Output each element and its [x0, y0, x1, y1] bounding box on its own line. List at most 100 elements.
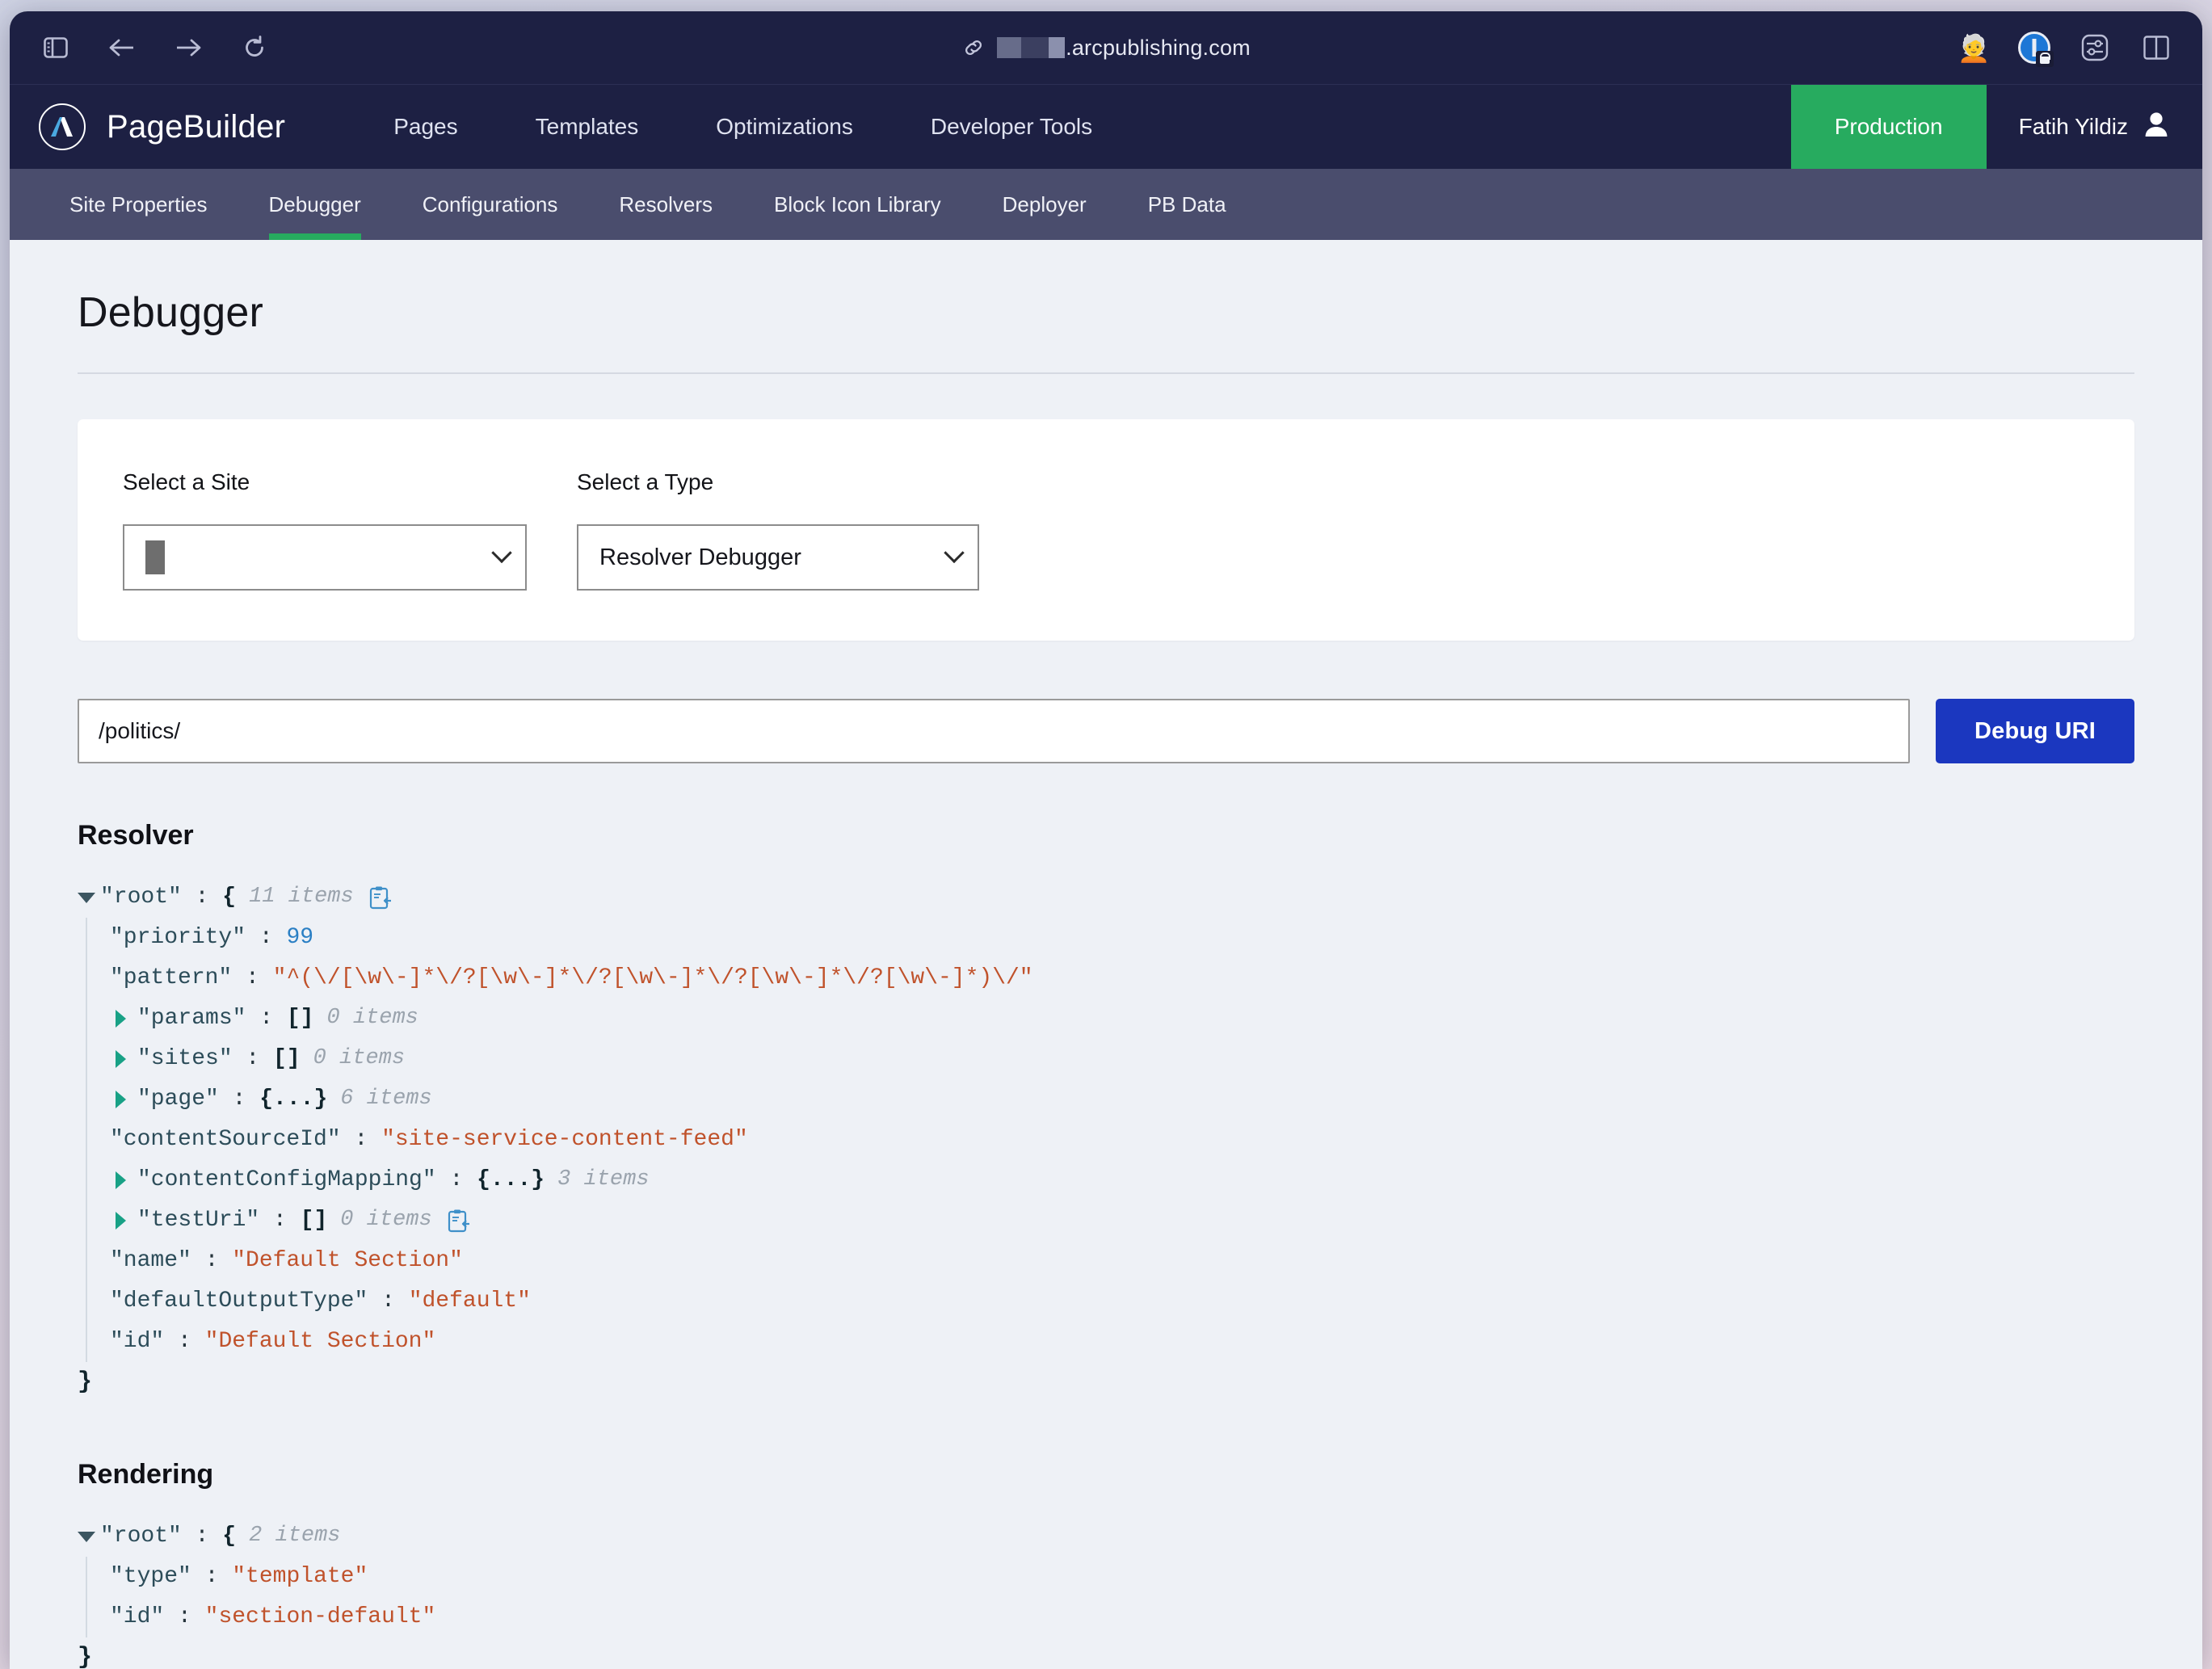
- rendering-json-tree: "root" : { 2 items "type" : "template" "…: [78, 1516, 2134, 1669]
- title-divider: [78, 372, 2134, 374]
- back-arrow-icon[interactable]: [105, 31, 139, 65]
- json-key: "root": [100, 1523, 182, 1549]
- secondary-nav: Site Properties Debugger Configurations …: [10, 169, 2202, 240]
- json-brace: {...}: [259, 1086, 328, 1112]
- subnav-item-configurations[interactable]: Configurations: [392, 169, 589, 240]
- link-icon: [961, 36, 986, 60]
- json-close-row: }: [78, 1637, 2134, 1669]
- json-key: "priority": [110, 924, 246, 950]
- resolver-heading: Resolver: [78, 820, 194, 851]
- json-row[interactable]: "params" : [] 0 items: [78, 998, 2134, 1039]
- json-row: "id" : "Default Section": [110, 1328, 436, 1354]
- json-row: "defaultOutputType" : "default": [110, 1288, 531, 1314]
- copy-to-clipboard-icon[interactable]: [445, 1209, 469, 1233]
- type-select[interactable]: Resolver Debugger: [577, 524, 979, 591]
- site-select-value-redacted: [145, 540, 165, 574]
- json-key: "defaultOutputType": [110, 1288, 368, 1314]
- json-row[interactable]: "testUri" : [] 0 items: [78, 1200, 2134, 1241]
- caret-right-icon[interactable]: [116, 1010, 126, 1028]
- json-row[interactable]: "contentConfigMapping" : {...} 3 items: [78, 1160, 2134, 1200]
- caret-right-icon[interactable]: [116, 1050, 126, 1068]
- chevron-down-icon: [944, 542, 965, 564]
- resolver-json-tree: "root" : { 11 items "priority" : 99 "pat…: [78, 877, 2134, 1402]
- json-brace: {: [222, 884, 237, 910]
- debug-uri-button[interactable]: Debug URI: [1935, 699, 2134, 763]
- sidebar-toggle-icon[interactable]: [39, 31, 73, 65]
- environment-badge[interactable]: Production: [1790, 85, 1987, 169]
- forward-arrow-icon[interactable]: [171, 31, 205, 65]
- json-brace: []: [286, 1005, 314, 1031]
- json-key: "id": [110, 1604, 165, 1629]
- caret-right-icon[interactable]: [116, 1171, 126, 1189]
- site-field-label: Select a Site: [123, 469, 250, 494]
- site-field: Select a Site: [123, 469, 527, 591]
- json-key: "page": [137, 1086, 219, 1112]
- type-field-label: Select a Type: [577, 469, 714, 494]
- json-key: "root": [100, 884, 182, 910]
- browser-toolbar: .arcpublishing.com 🧑‍🦳: [10, 11, 2202, 84]
- chevron-down-icon: [491, 542, 512, 564]
- json-row[interactable]: "page" : {...} 6 items: [78, 1079, 2134, 1120]
- json-brace-close: }: [78, 1368, 93, 1396]
- nav-item-developer-tools[interactable]: Developer Tools: [892, 114, 1131, 140]
- json-item-count: 0 items: [326, 1006, 418, 1031]
- nav-item-pages[interactable]: Pages: [355, 114, 496, 140]
- json-brace: []: [273, 1045, 301, 1071]
- copy-to-clipboard-icon[interactable]: [367, 885, 391, 910]
- subnav-item-pb-data[interactable]: PB Data: [1117, 169, 1257, 240]
- subnav-item-block-icon-library[interactable]: Block Icon Library: [743, 169, 972, 240]
- app-header: PageBuilder Pages Templates Optimization…: [10, 84, 2202, 169]
- json-row: "priority" : 99: [110, 924, 314, 950]
- json-value: 99: [286, 924, 314, 950]
- json-item-count: 0 items: [340, 1208, 432, 1233]
- page-title: Debugger: [78, 289, 263, 336]
- address-bar-url: .arcpublishing.com: [997, 36, 1251, 61]
- json-key: "id": [110, 1328, 165, 1354]
- type-field: Select a Type Resolver Debugger: [577, 469, 979, 591]
- split-panel-icon[interactable]: [2139, 31, 2173, 65]
- json-key: "sites": [137, 1045, 233, 1071]
- sliders-icon[interactable]: [2078, 31, 2112, 65]
- json-item-count: 0 items: [313, 1046, 406, 1071]
- redacted-host-block: [997, 37, 1066, 58]
- subnav-item-site-properties[interactable]: Site Properties: [39, 169, 238, 240]
- nav-item-templates[interactable]: Templates: [497, 114, 678, 140]
- caret-down-icon[interactable]: [78, 1531, 95, 1542]
- json-value: "template": [232, 1563, 368, 1589]
- type-select-value: Resolver Debugger: [599, 544, 801, 570]
- browser-nav-buttons: [39, 31, 271, 65]
- profile-avatar-icon[interactable]: 🧑‍🦳: [1958, 35, 1991, 61]
- json-brace: {...}: [477, 1167, 545, 1192]
- subnav-item-debugger[interactable]: Debugger: [238, 169, 392, 240]
- privacy-lock-icon[interactable]: [2018, 32, 2054, 67]
- selector-card: Select a Site Select a Type Resolver Deb…: [78, 419, 2134, 641]
- browser-window: .arcpublishing.com 🧑‍🦳 PageBuilder: [10, 11, 2202, 1669]
- json-key: "params": [137, 1005, 246, 1031]
- json-brace: []: [300, 1207, 328, 1233]
- site-select[interactable]: [123, 524, 527, 591]
- caret-right-icon[interactable]: [116, 1212, 126, 1230]
- page-content: Debugger Select a Site Select a Type Res…: [10, 240, 2202, 1669]
- arc-logo-icon: [39, 103, 86, 150]
- json-value: "Default Section": [232, 1247, 463, 1273]
- rendering-heading: Rendering: [78, 1459, 214, 1490]
- address-bar-inner[interactable]: .arcpublishing.com: [961, 36, 1251, 61]
- app-title: PageBuilder: [107, 108, 286, 145]
- json-item-count: 11 items: [249, 885, 354, 910]
- url-suffix: .arcpublishing.com: [1066, 35, 1251, 60]
- json-item-count: 6 items: [340, 1087, 432, 1112]
- user-menu[interactable]: Fatih Yildiz: [1987, 85, 2202, 169]
- json-row[interactable]: "sites" : [] 0 items: [78, 1039, 2134, 1079]
- json-row: "pattern" : "^(\/[\w\-]*\/?[\w\-]*\/?[\w…: [110, 965, 1033, 990]
- caret-right-icon[interactable]: [116, 1091, 126, 1108]
- uri-input[interactable]: /politics/: [78, 699, 1910, 763]
- subnav-item-resolvers[interactable]: Resolvers: [588, 169, 743, 240]
- brand-logo-link[interactable]: PageBuilder: [10, 85, 285, 169]
- reload-icon[interactable]: [238, 31, 271, 65]
- caret-down-icon[interactable]: [78, 892, 95, 903]
- json-root-row[interactable]: "root" : { 2 items: [78, 1516, 2134, 1557]
- subnav-item-deployer[interactable]: Deployer: [972, 169, 1117, 240]
- json-root-row[interactable]: "root" : { 11 items: [78, 877, 2134, 918]
- nav-item-optimizations[interactable]: Optimizations: [677, 114, 892, 140]
- json-row: "contentSourceId" : "site-service-conten…: [110, 1126, 748, 1152]
